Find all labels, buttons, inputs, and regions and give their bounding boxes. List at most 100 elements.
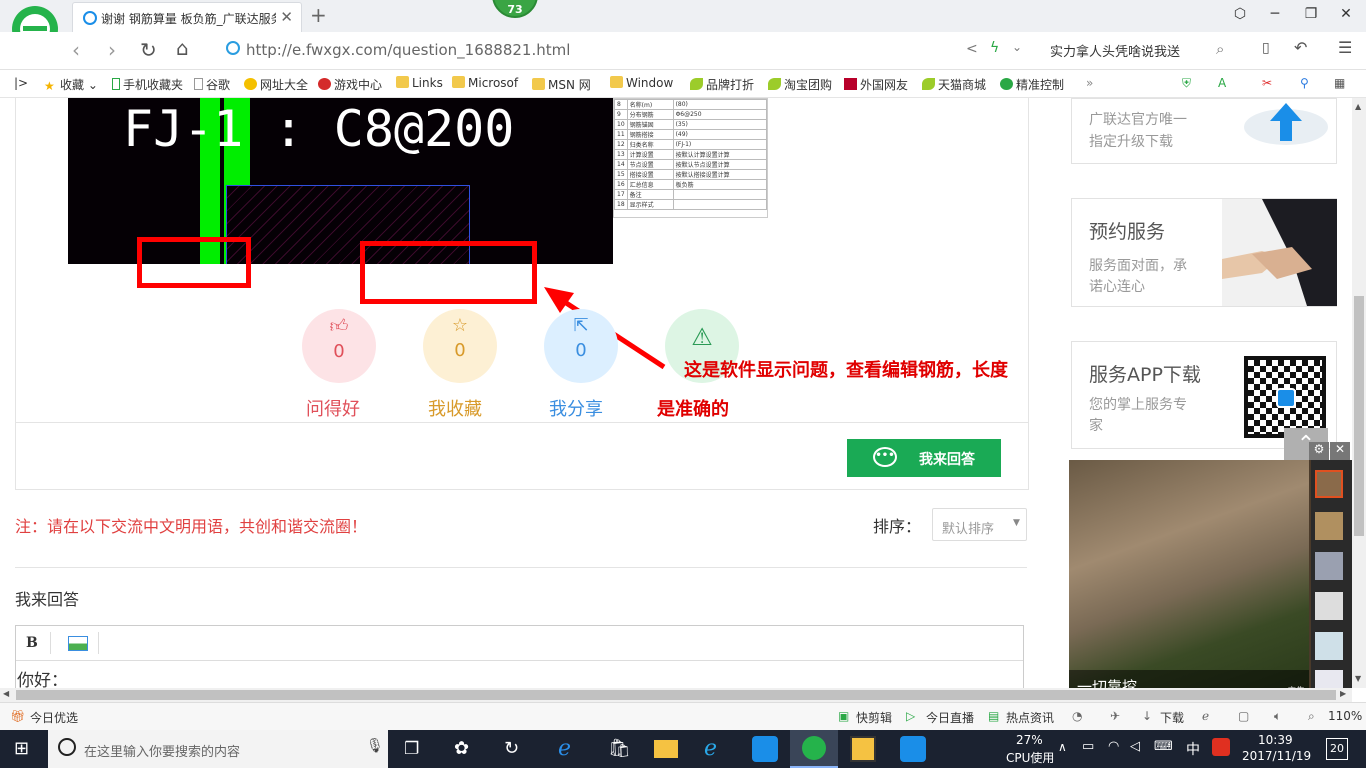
more-bookmarks-icon[interactable]: » [1086,76,1093,90]
search-suggestion[interactable]: 实力拿人头凭啥说我送 [1050,41,1180,60]
home-icon[interactable]: ⌂ [176,36,189,60]
appointment-card[interactable]: 预约服务 服务面对面，承 诺心连心 [1071,198,1337,307]
volume-icon[interactable]: ◁ [1130,739,1140,754]
clock-date[interactable]: 2017/11/19 [1242,749,1311,763]
speed-icon[interactable]: ◔ [1072,709,1082,723]
status-item[interactable]: 快剪辑 [856,709,892,726]
app-icon[interactable]: ✿ [454,738,469,759]
close-window-icon[interactable]: ✕ [1331,6,1361,22]
notification-center-icon[interactable]: 20 [1326,738,1348,760]
task-view-icon[interactable]: ❐ [404,739,419,759]
chevron-down-icon[interactable]: ⌄ [1012,40,1022,54]
video-ad[interactable]: 一切靠挖 广告 [1069,460,1352,688]
status-item[interactable]: 下载 [1160,709,1184,726]
bookmark-item[interactable]: 品牌打折 [690,76,754,93]
sogou-icon[interactable] [1212,738,1230,756]
bookmark-item[interactable]: Microsof [452,76,518,90]
window-icon[interactable]: ▢ [1238,709,1249,723]
share-icon[interactable]: < [966,41,978,57]
active-browser-task[interactable] [790,730,838,768]
status-left[interactable]: 今日优选 [30,709,78,726]
file-explorer-icon[interactable] [654,740,678,758]
wifi-icon[interactable]: ◠ [1108,739,1119,754]
back-icon[interactable]: ‹ [72,38,80,62]
video-thumb[interactable] [1315,552,1343,580]
answer-button[interactable]: ••• 我来回答 [847,439,1001,477]
new-tab-icon[interactable]: + [310,3,327,27]
taskbar-search[interactable]: 在这里输入你要搜索的内容 🎙︎ [48,730,388,768]
editor-content[interactable]: 你好： [17,666,68,688]
sidebar-toggle-icon[interactable]: |> [14,76,28,90]
tab-close-icon[interactable]: ✕ [280,8,293,26]
clock-time[interactable]: 10:39 [1258,733,1293,747]
bookmark-item[interactable]: Window [610,76,673,90]
url-field[interactable]: http://e.fwxgx.com/question_1688821.html [222,38,1032,64]
video-thumb[interactable] [1315,512,1343,540]
upgrade-download-card[interactable]: 广联达官方唯一 指定升级下载 [1071,98,1337,164]
shield-icon[interactable]: ⛨ [1182,76,1191,91]
ie-icon[interactable]: ℯ [704,736,717,761]
bookmark-item[interactable]: MSN 网 [532,76,591,93]
bookmark-item[interactable]: 外国网友 [844,76,908,93]
bookmark-item[interactable]: 谷歌 [194,76,230,93]
scroll-thumb[interactable] [1354,296,1364,536]
tab-active[interactable]: 谢谢 钢筋算量 板负筋_广联达服务 ✕ [72,2,302,32]
app-icon[interactable] [752,736,778,762]
horizontal-scrollbar[interactable]: ◀ ▶ [0,688,1352,702]
status-item[interactable]: 热点资讯 [1006,709,1054,726]
maximize-icon[interactable]: ❐ [1296,6,1326,22]
bookmark-item[interactable]: ★ 收藏 ⌄ [44,76,98,93]
scissors-icon[interactable]: ✂ [1262,76,1272,90]
scroll-down-icon[interactable]: ▼ [1355,674,1361,683]
grid-icon[interactable]: ▦ [1334,76,1345,90]
video-thumb[interactable] [1315,470,1343,498]
bold-button[interactable]: B [26,635,38,651]
status-item[interactable]: 今日直播 [926,709,974,726]
video-thumb[interactable] [1315,632,1343,660]
bookmark-item[interactable]: 淘宝团购 [768,76,832,93]
translate-icon[interactable]: A [1218,76,1226,90]
forward-icon[interactable]: › [108,38,116,62]
microphone-icon[interactable]: 🎙︎ [366,738,384,754]
bookmark-item[interactable]: Links [396,76,443,90]
ime-indicator[interactable]: 中 [1186,739,1200,759]
vertical-scrollbar[interactable]: ▲ ▼ [1352,98,1366,688]
chevron-up-icon[interactable]: ∧ [1058,740,1067,754]
video-thumb[interactable] [1315,592,1343,620]
ie-icon[interactable]: ℯ [1202,709,1209,723]
lightning-icon[interactable]: ϟ [990,40,999,56]
volume-icon[interactable]: 🔈︎ [1274,709,1281,724]
bookmark-item[interactable]: 网址大全 [244,76,308,93]
notes-icon[interactable] [850,736,876,762]
menu-icon[interactable]: ☰ [1338,38,1352,57]
minimize-icon[interactable]: ─ [1260,6,1290,22]
battery-icon[interactable]: ▭ [1082,739,1094,754]
settings-gear-icon[interactable]: ⚙ [1309,442,1329,460]
scroll-left-icon[interactable]: ◀ [3,689,9,698]
bookmark-item[interactable]: 精准控制 [1000,76,1064,93]
reply-editor[interactable]: B 你好： [15,625,1024,688]
edge-icon[interactable]: ℯ [558,736,571,761]
undo-icon[interactable]: ↶ [1294,38,1307,57]
bookmark-item[interactable]: 手机收藏夹 [112,76,183,93]
windows-start-icon[interactable]: ⊞ [14,738,29,759]
app-icon[interactable] [900,736,926,762]
phone-icon[interactable]: ▯ [1262,40,1270,56]
app-icon[interactable]: ↻ [504,738,519,759]
scroll-up-icon[interactable]: ▲ [1355,102,1361,111]
close-icon[interactable]: ✕ [1330,442,1350,460]
video-thumb[interactable] [1315,670,1343,688]
bookmark-item[interactable]: 天猫商城 [922,76,986,93]
shirt-skin-icon[interactable]: ⬡ [1225,6,1255,22]
zoom-level[interactable]: 110% [1328,709,1362,723]
sort-select[interactable]: 默认排序 ▼ [932,508,1027,541]
scroll-thumb[interactable] [16,690,1336,700]
scroll-right-icon[interactable]: ▶ [1340,689,1346,698]
search-icon[interactable]: ⌕ [1216,40,1224,58]
zoom-icon[interactable]: ⌕ [1308,709,1315,724]
pin-icon[interactable]: ✈ [1110,709,1120,723]
store-icon[interactable]: 🛍︎ [608,738,631,759]
bookmark-item[interactable]: 游戏中心 [318,76,382,93]
refresh-icon[interactable]: ↻ [140,38,157,62]
keyboard-icon[interactable]: ⌨ [1154,739,1173,754]
